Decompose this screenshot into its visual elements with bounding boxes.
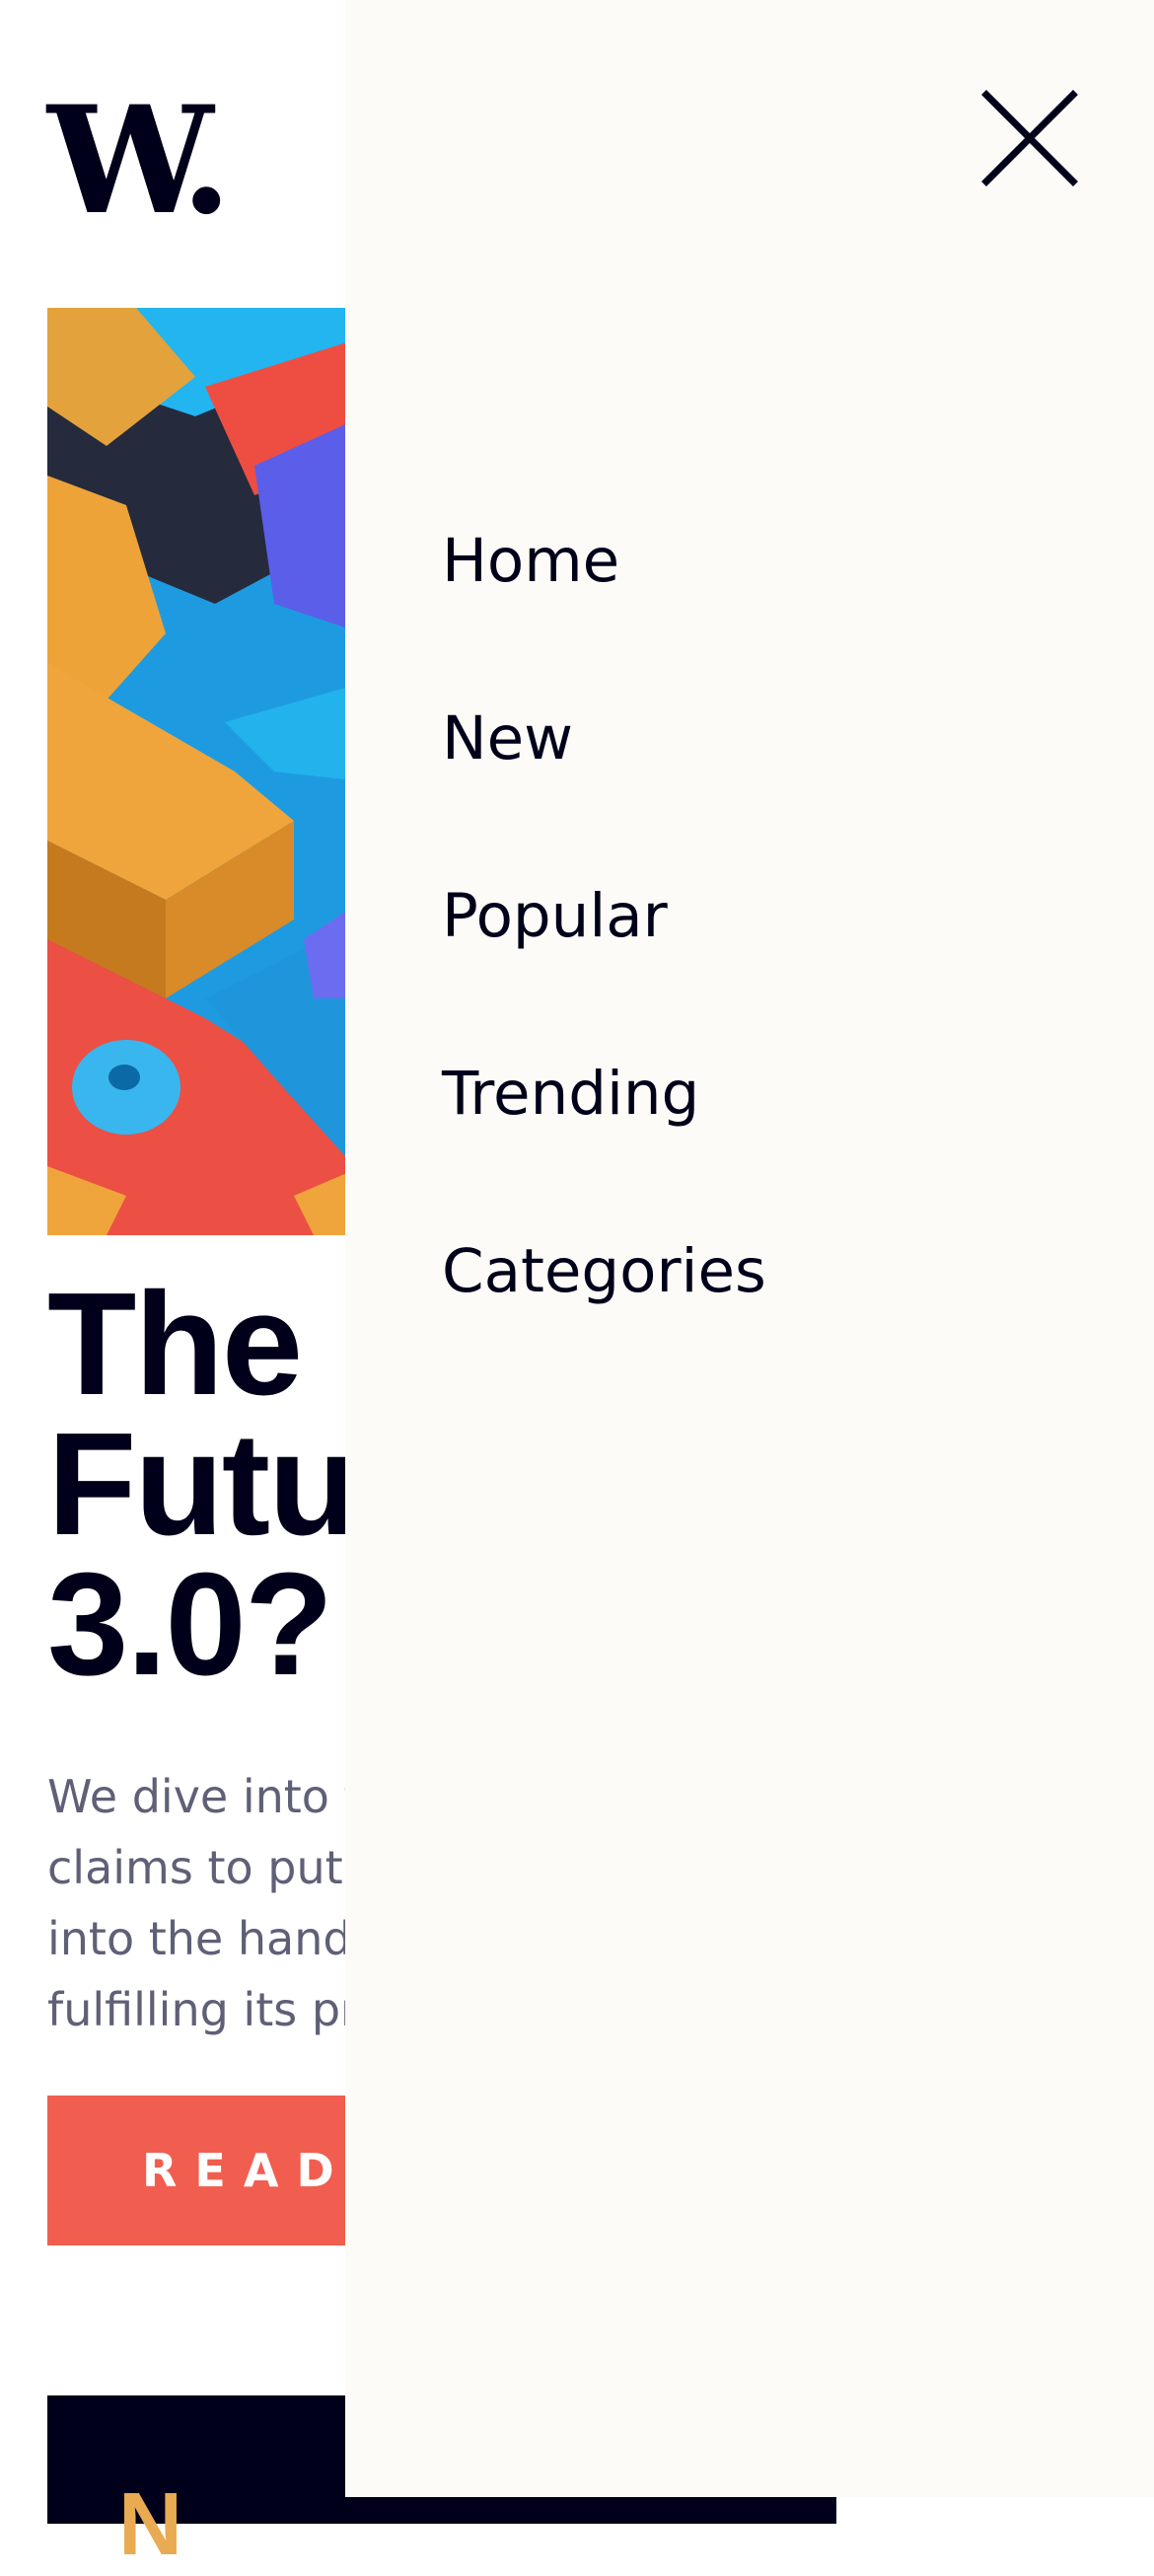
nav-item-categories[interactable]: Categories [442,1241,766,1301]
nav-drawer: Home New Popular Trending Categories [345,0,1154,2497]
nav-item-new[interactable]: New [442,708,573,769]
hero-illustration [47,308,363,1235]
close-menu-button[interactable] [967,79,1095,207]
nav-item-trending[interactable]: Trending [442,1064,699,1124]
site-logo[interactable]: W. [47,87,232,235]
next-section-initial: N [118,2475,182,2574]
close-icon [981,90,1078,186]
nav-item-home[interactable]: Home [442,531,619,591]
nav-item-popular[interactable]: Popular [442,886,668,946]
hero-image[interactable] [47,308,363,1235]
